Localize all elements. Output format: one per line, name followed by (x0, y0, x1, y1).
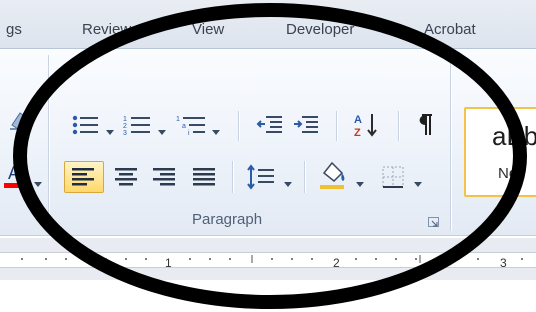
font-color-dropdown[interactable] (34, 175, 42, 193)
tab-developer[interactable]: Developer (286, 21, 354, 38)
tab-review[interactable]: Review (82, 21, 131, 38)
ruler-number: 3 (500, 256, 507, 270)
chevron-down-icon (414, 182, 422, 187)
bullets-icon (72, 115, 98, 135)
clear-formatting-button[interactable] (6, 107, 30, 133)
pilcrow-icon (419, 114, 432, 135)
svg-text:1: 1 (123, 116, 127, 123)
font-color-icon: A (4, 163, 24, 188)
dialog-launcher-icon (428, 217, 439, 227)
bullets-dropdown[interactable] (106, 123, 114, 141)
decrease-indent-icon (256, 116, 282, 133)
shading-button[interactable] (316, 159, 348, 193)
svg-text:A: A (8, 163, 20, 183)
shading-icon (320, 161, 345, 189)
sort-icon: A Z (354, 114, 377, 139)
align-center-icon (115, 168, 137, 186)
ruler-track (0, 252, 536, 268)
svg-text:A: A (354, 114, 362, 126)
paragraph-group-label: Paragraph (192, 211, 263, 228)
style-sample-text: aBb (492, 121, 536, 151)
line-spacing-icon (247, 164, 274, 190)
line-spacing-button[interactable] (246, 161, 276, 193)
numbering-button[interactable]: 1 2 3 (122, 113, 152, 137)
multilevel-list-dropdown[interactable] (212, 123, 220, 141)
svg-text:Z: Z (354, 127, 361, 139)
svg-text:a: a (182, 123, 186, 130)
svg-text:i: i (188, 130, 190, 137)
shading-dropdown[interactable] (356, 175, 364, 193)
show-hide-marks-button[interactable] (412, 111, 436, 139)
chevron-down-icon (212, 130, 220, 135)
line-spacing-dropdown[interactable] (284, 175, 292, 193)
borders-icon (382, 166, 404, 188)
group-separator (450, 55, 451, 231)
button-separator (238, 111, 239, 141)
paragraph-dialog-launcher[interactable] (428, 217, 440, 228)
ruler-number: 2 (333, 256, 340, 270)
increase-indent-button[interactable] (292, 113, 320, 137)
chevron-down-icon (34, 182, 42, 187)
bullets-button[interactable] (70, 113, 100, 137)
align-right-button[interactable] (148, 161, 180, 193)
tab-acrobat[interactable]: Acrobat (424, 21, 476, 38)
increase-indent-icon (294, 116, 318, 133)
borders-button[interactable] (378, 161, 408, 193)
svg-text:1: 1 (176, 116, 180, 123)
horizontal-ruler[interactable] (0, 238, 536, 280)
ruler-number: 1 (165, 256, 172, 270)
chevron-down-icon (158, 130, 166, 135)
align-left-button[interactable] (64, 161, 104, 193)
align-left-icon (72, 168, 94, 186)
font-color-button[interactable]: A (4, 161, 26, 191)
button-separator (336, 111, 337, 141)
tab-mailings[interactable]: gs (6, 21, 22, 38)
svg-text:2: 2 (123, 123, 127, 130)
style-normal-tile[interactable]: aBb Nor (464, 107, 536, 197)
ribbon: A 1 2 3 1 a i A Z Paragraph aBb Nor (0, 49, 536, 278)
chevron-down-icon (106, 130, 114, 135)
style-name-label: Nor (498, 165, 523, 182)
sort-button[interactable]: A Z (352, 111, 382, 139)
svg-text:3: 3 (123, 130, 127, 137)
group-separator (48, 55, 49, 231)
multilevel-list-icon: 1 a i (176, 116, 205, 137)
decrease-indent-button[interactable] (256, 113, 284, 137)
multilevel-list-button[interactable]: 1 a i (176, 113, 208, 137)
justify-icon (193, 168, 215, 186)
numbering-dropdown[interactable] (158, 123, 166, 141)
button-separator (398, 111, 399, 141)
justify-button[interactable] (188, 161, 220, 193)
button-separator (304, 161, 305, 193)
chevron-down-icon (284, 182, 292, 187)
chevron-down-icon (356, 182, 364, 187)
borders-dropdown[interactable] (414, 175, 422, 193)
align-center-button[interactable] (110, 161, 142, 193)
button-separator (232, 161, 233, 193)
clear-formatting-icon (10, 112, 27, 130)
tab-view[interactable]: View (192, 21, 224, 38)
align-right-icon (153, 168, 175, 186)
ribbon-tab-strip: gs Review View Developer Acrobat (0, 0, 536, 49)
numbering-icon: 1 2 3 (123, 116, 150, 137)
